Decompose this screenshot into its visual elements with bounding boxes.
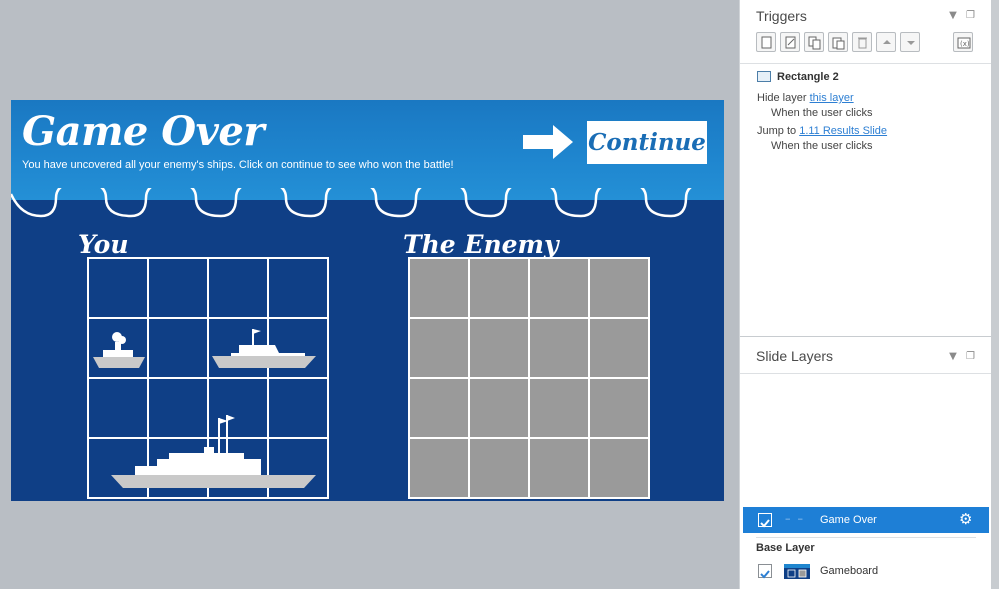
new-trigger-button[interactable] xyxy=(756,32,776,52)
trigger-target-link[interactable]: 1.11 Results Slide xyxy=(799,125,887,137)
trigger-action: Jump to xyxy=(757,125,797,137)
enemy-grid-cell[interactable] xyxy=(470,439,530,499)
enemy-label: The Enemy xyxy=(403,230,559,259)
drag-handle-icon[interactable]: – – xyxy=(785,512,803,525)
trigger-item[interactable]: Jump to 1.11 Results Slide xyxy=(757,125,887,137)
move-down-icon xyxy=(907,41,915,45)
enemy-grid-cell[interactable] xyxy=(590,259,650,319)
medium-ship-icon xyxy=(212,329,316,368)
enemy-grid-cell[interactable] xyxy=(470,319,530,379)
arrow-right-icon xyxy=(523,125,573,159)
large-ship-icon xyxy=(111,415,316,488)
layer-visibility-checkbox[interactable] xyxy=(758,564,772,579)
properties-panel: Triggers ▼ ❐ (x) Rectangle 2 Hide layer … xyxy=(739,0,992,589)
enemy-grid-cell[interactable] xyxy=(470,259,530,319)
layers-header-divider xyxy=(740,373,992,374)
player-grid-cell xyxy=(149,319,209,379)
edit-trigger-button[interactable] xyxy=(780,32,800,52)
enemy-grid-cell[interactable] xyxy=(590,319,650,379)
move-up-icon xyxy=(883,40,891,44)
float-panel-icon[interactable]: ❐ xyxy=(966,351,975,362)
layer-divider xyxy=(756,537,976,538)
small-ship-icon xyxy=(93,332,145,368)
float-panel-icon[interactable]: ❐ xyxy=(966,10,975,21)
trigger-condition: When the user clicks xyxy=(771,140,873,152)
slide-layers-title: Slide Layers xyxy=(756,348,834,364)
panel-splitter[interactable] xyxy=(740,336,992,337)
edit-trigger-icon xyxy=(785,36,796,49)
trigger-target-link[interactable]: this layer xyxy=(810,92,854,104)
enemy-grid-cell[interactable] xyxy=(410,259,470,319)
svg-text:(x): (x) xyxy=(960,40,970,48)
variables-icon: (x) xyxy=(957,37,971,49)
move-down-button[interactable] xyxy=(900,32,920,52)
enemy-grid-cell[interactable] xyxy=(530,379,590,439)
triggers-title: Triggers xyxy=(756,8,807,24)
checkmark-icon xyxy=(760,519,770,528)
continue-button[interactable]: Continue xyxy=(587,121,707,164)
player-grid-cell xyxy=(269,259,329,319)
layers-panel-controls[interactable]: ▼ ❐ xyxy=(949,351,975,362)
player-grid-cell xyxy=(149,259,209,319)
enemy-grid-cell[interactable] xyxy=(590,439,650,499)
enemy-grid-cell[interactable] xyxy=(410,439,470,499)
enemy-grid-cell[interactable] xyxy=(530,439,590,499)
triggers-panel-controls[interactable]: ▼ ❐ xyxy=(949,10,975,21)
rectangle-object-icon xyxy=(757,71,771,82)
layer-thumbnail-icon xyxy=(784,564,810,579)
player-grid-cell xyxy=(209,259,269,319)
collapse-icon[interactable]: ▼ xyxy=(949,351,957,362)
enemy-grid-cell[interactable] xyxy=(590,379,650,439)
checkmark-icon xyxy=(760,570,770,579)
enemy-grid-cell[interactable] xyxy=(410,379,470,439)
enemy-grid-cell[interactable] xyxy=(470,379,530,439)
move-up-button[interactable] xyxy=(876,32,896,52)
trigger-object-name: Rectangle 2 xyxy=(777,71,839,83)
you-label: You xyxy=(78,230,129,259)
enemy-grid-cell[interactable] xyxy=(410,319,470,379)
variables-button[interactable]: (x) xyxy=(953,32,973,52)
slide-canvas: Game Over You have uncovered all your en… xyxy=(11,100,724,501)
trigger-condition: When the user clicks xyxy=(771,107,873,119)
layer-row-game-over[interactable]: – – Game Over ⚙ xyxy=(743,507,989,533)
trigger-action: Hide layer xyxy=(757,92,807,104)
paste-trigger-icon xyxy=(832,37,845,50)
paste-trigger-button[interactable] xyxy=(828,32,848,52)
gear-icon[interactable]: ⚙ xyxy=(959,510,972,528)
enemy-grid-cell[interactable] xyxy=(530,259,590,319)
new-trigger-icon xyxy=(761,36,772,49)
layer-visibility-checkbox[interactable] xyxy=(758,513,772,528)
enemy-grid-cell[interactable] xyxy=(530,319,590,379)
slide-subtitle: You have uncovered all your enemy's ship… xyxy=(22,159,454,171)
base-layer-label: Base Layer xyxy=(756,542,815,554)
copy-trigger-button[interactable] xyxy=(804,32,824,52)
panel-edge-strip xyxy=(991,0,999,589)
enemy-grid xyxy=(408,257,650,499)
player-grid-cell xyxy=(89,259,149,319)
delete-trigger-icon xyxy=(858,37,867,49)
top-banner: Game Over You have uncovered all your en… xyxy=(11,100,724,200)
collapse-icon[interactable]: ▼ xyxy=(949,10,957,21)
layer-row-gameboard[interactable]: Gameboard xyxy=(743,561,989,583)
trigger-item[interactable]: Hide layer this layer xyxy=(757,92,854,104)
delete-trigger-button[interactable] xyxy=(852,32,872,52)
layer-name: Gameboard xyxy=(820,565,879,577)
slide-title: Game Over xyxy=(22,108,264,155)
wave-decoration xyxy=(11,188,692,218)
toolbar-divider xyxy=(740,63,992,64)
layer-name: Game Over xyxy=(820,514,877,526)
copy-trigger-icon xyxy=(808,36,821,50)
